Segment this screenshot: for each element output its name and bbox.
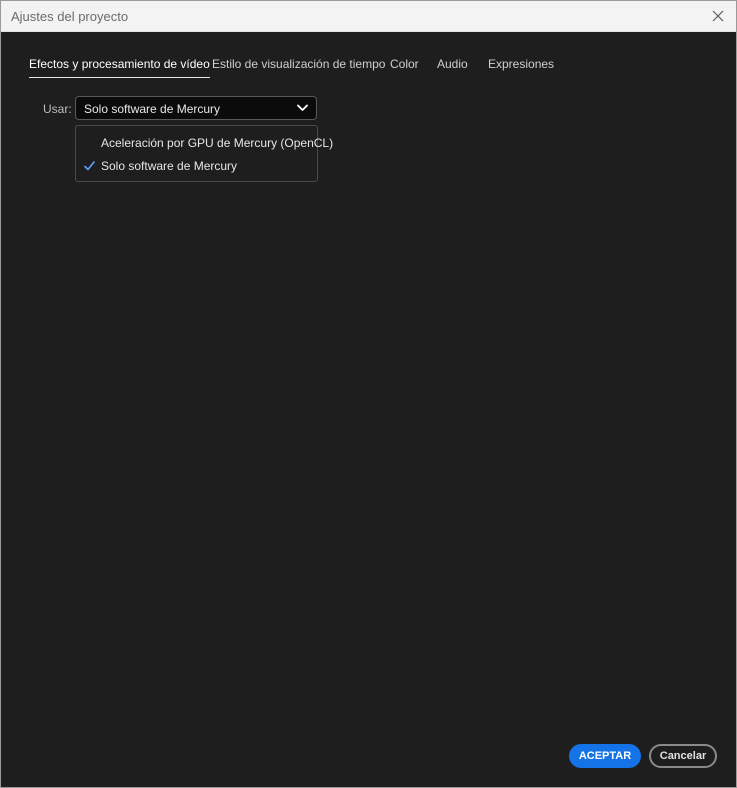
menu-item-software-only[interactable]: Solo software de Mercury xyxy=(76,155,317,177)
close-button[interactable] xyxy=(704,4,732,28)
renderer-label: Usar: xyxy=(43,102,72,116)
chevron-down-icon xyxy=(297,104,308,111)
tab-expressions[interactable]: Expresiones xyxy=(488,57,554,77)
cancel-button[interactable]: Cancelar xyxy=(649,744,717,768)
menu-item-label: Aceleración por GPU de Mercury (OpenCL) xyxy=(101,136,334,150)
tab-audio[interactable]: Audio xyxy=(437,57,468,77)
renderer-select[interactable]: Solo software de Mercury xyxy=(75,96,317,120)
accept-button[interactable]: ACEPTAR xyxy=(569,744,641,768)
title-bar: Ajustes del proyecto xyxy=(1,1,736,32)
menu-item-gpu-opencl[interactable]: Aceleración por GPU de Mercury (OpenCL) xyxy=(76,132,333,154)
renderer-selected-value: Solo software de Mercury xyxy=(84,102,221,116)
tab-color[interactable]: Color xyxy=(390,57,419,77)
tab-video-effects[interactable]: Efectos y procesamiento de vídeo xyxy=(29,57,210,78)
project-settings-dialog: Ajustes del proyecto Efectos y procesami… xyxy=(0,0,737,788)
checkmark-icon xyxy=(84,161,95,171)
renderer-dropdown-menu: Aceleración por GPU de Mercury (OpenCL) … xyxy=(75,125,333,182)
close-icon xyxy=(712,10,724,22)
menu-item-label: Solo software de Mercury xyxy=(101,159,238,173)
dialog-title: Ajustes del proyecto xyxy=(11,9,129,24)
tab-time-display[interactable]: Estilo de visualización de tiempo xyxy=(212,57,385,77)
